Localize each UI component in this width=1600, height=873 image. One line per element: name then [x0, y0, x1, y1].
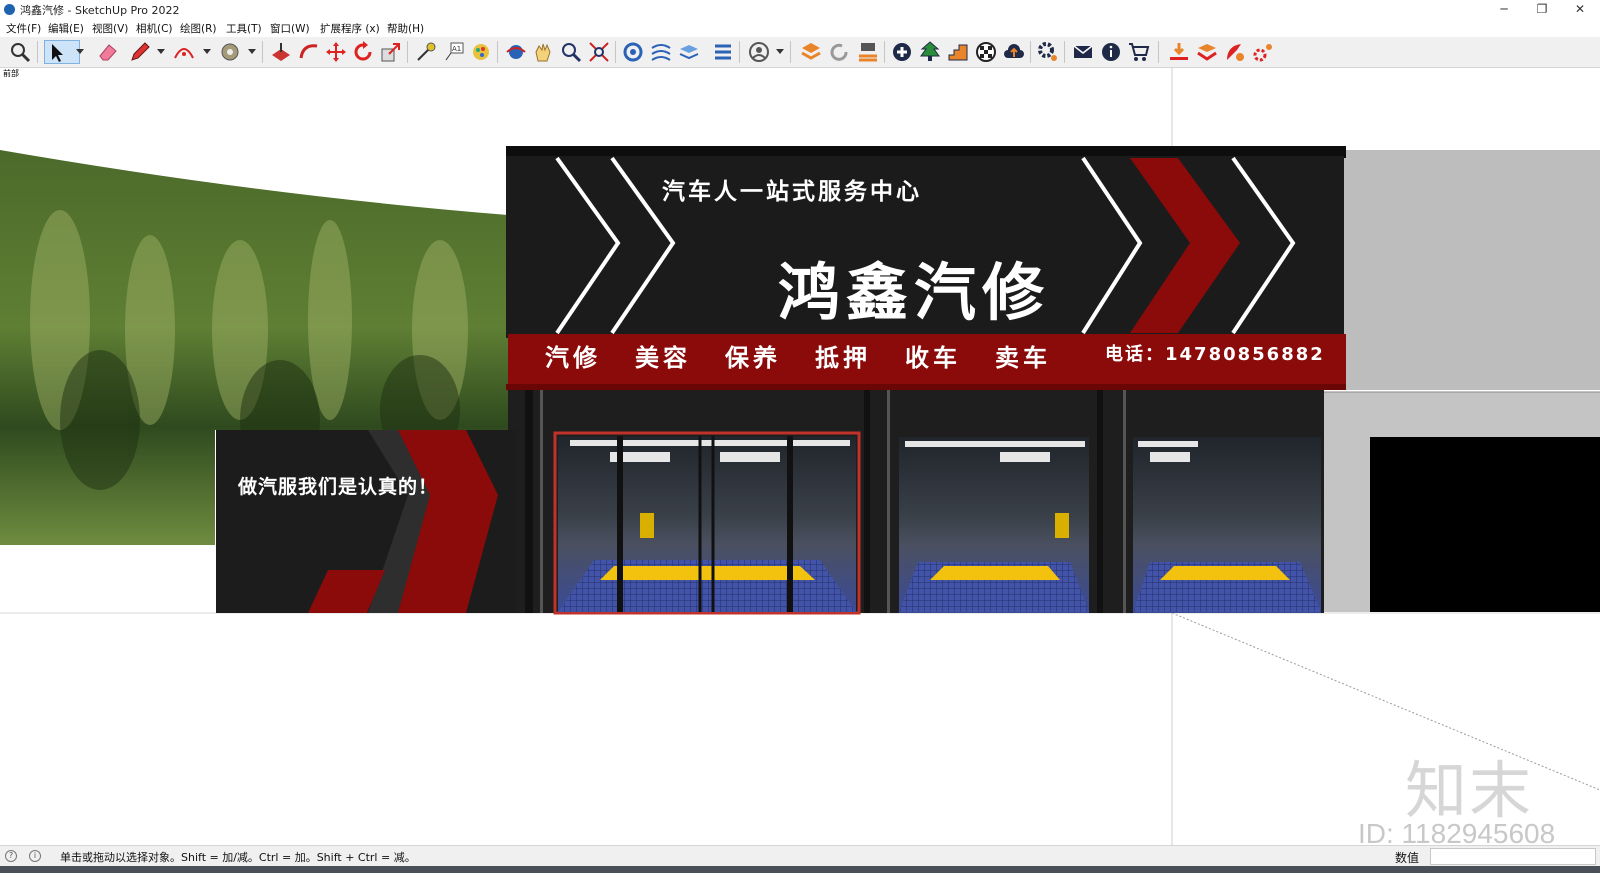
- door-middle: [899, 437, 1089, 613]
- components-icon[interactable]: [621, 40, 645, 64]
- add-icon[interactable]: [890, 40, 914, 64]
- pan-icon[interactable]: [531, 40, 555, 64]
- follow-me-icon[interactable]: [297, 40, 321, 64]
- tree-icon[interactable]: [918, 40, 942, 64]
- menu-file[interactable]: 文件(F): [6, 21, 41, 36]
- paint-bucket-icon[interactable]: [218, 40, 242, 64]
- sign-slogan: 汽车人一站式服务中心: [662, 179, 922, 205]
- menu-edit[interactable]: 编辑(E): [48, 21, 84, 36]
- paint-icon[interactable]: [469, 40, 493, 64]
- status-hint: 单击或拖动以选择对象。Shift = 加/减。Ctrl = 加。Shift + …: [60, 851, 416, 864]
- menu-camera[interactable]: 相机(C): [136, 21, 173, 36]
- menu-window[interactable]: 窗口(W): [270, 21, 310, 36]
- orbit-icon[interactable]: [504, 40, 528, 64]
- text-label-icon[interactable]: A1: [442, 40, 466, 64]
- info-icon[interactable]: [1099, 40, 1123, 64]
- menu-draw[interactable]: 绘图(R): [180, 21, 217, 36]
- cloud-upload-icon[interactable]: [1002, 40, 1026, 64]
- scale-icon[interactable]: [379, 40, 403, 64]
- sign-phone: 电话：14780856882: [1105, 344, 1325, 365]
- sketchup-app-icon: [4, 4, 15, 15]
- tape-measure-icon[interactable]: [414, 40, 438, 64]
- service-item: 抵押: [815, 344, 871, 372]
- geo-location-icon[interactable]: ?: [5, 850, 17, 862]
- move-icon[interactable]: [324, 40, 348, 64]
- side-panel-slogan: 做汽服我们是认真的！: [238, 476, 439, 498]
- neighbor-wall-upper: [1342, 150, 1600, 390]
- import-icon[interactable]: [856, 40, 880, 64]
- service-item: 美容: [635, 344, 691, 372]
- info-circle-icon[interactable]: i: [29, 850, 41, 862]
- extension-warehouse-icon[interactable]: [799, 40, 823, 64]
- select-arrow-icon[interactable]: [44, 40, 80, 64]
- settings-gear-icon[interactable]: [1036, 40, 1060, 64]
- layers-icon[interactable]: [677, 40, 701, 64]
- menu-help[interactable]: 帮助(H): [387, 21, 424, 36]
- refresh-icon[interactable]: [827, 40, 851, 64]
- watermark-logo: 知末: [1405, 754, 1534, 827]
- menu-view[interactable]: 视图(V): [92, 21, 128, 36]
- sign-brand: 鸿鑫汽修: [778, 256, 1051, 329]
- plugins-gear-icon[interactable]: [1251, 40, 1275, 64]
- mail-icon[interactable]: [1071, 40, 1095, 64]
- door-left: [553, 431, 861, 615]
- service-item: 保养: [725, 344, 781, 372]
- neighbor-dark-opening: [1370, 437, 1600, 612]
- layers-stack-icon[interactable]: [1195, 40, 1219, 64]
- model-viewport[interactable]: 前部 汽车人一站式服务中心 鸿鑫汽修 汽修 美容 保养 抵押 收车 卖车 电话：…: [0, 68, 1600, 845]
- close-button[interactable]: ✕: [1560, 0, 1600, 20]
- menu-tools[interactable]: 工具(T): [226, 21, 262, 36]
- zoom-extents-icon[interactable]: [587, 40, 611, 64]
- window-title: 鸿鑫汽修 - SketchUp Pro 2022: [20, 4, 180, 17]
- taskbar-strip: [0, 866, 1600, 873]
- measurements-label: 数值: [1395, 851, 1420, 865]
- arc-icon[interactable]: [172, 40, 196, 64]
- main-toolbar: A1: [0, 37, 1600, 68]
- push-pull-icon[interactable]: [269, 40, 293, 64]
- service-item: 收车: [905, 344, 961, 372]
- download-tray-icon[interactable]: [1167, 40, 1191, 64]
- rotate-icon[interactable]: [351, 40, 375, 64]
- checker-icon[interactable]: [974, 40, 998, 64]
- zoom-window-icon[interactable]: [559, 40, 583, 64]
- pencil-line-icon[interactable]: [128, 40, 152, 64]
- menu-bar: 文件(F) 编辑(E) 视图(V) 相机(C) 绘图(R) 工具(T) 窗口(W…: [0, 20, 1600, 37]
- axis-dotted-line: [1171, 612, 1600, 791]
- styles-icon[interactable]: [649, 40, 673, 64]
- service-item: 卖车: [995, 344, 1051, 372]
- minimize-button[interactable]: ─: [1484, 0, 1524, 20]
- status-bar: ? i 单击或拖动以选择对象。Shift = 加/减。Ctrl = 加。Shif…: [0, 845, 1600, 866]
- stairs-icon[interactable]: [946, 40, 970, 64]
- menu-extensions[interactable]: 扩展程序 (x): [320, 21, 380, 36]
- zoom-icon[interactable]: [8, 40, 32, 64]
- measurements-input[interactable]: [1430, 848, 1596, 865]
- service-item: 汽修: [545, 344, 601, 372]
- eraser-icon[interactable]: [96, 40, 120, 64]
- door-right: [1133, 437, 1321, 613]
- title-bar: 鸿鑫汽修 - SketchUp Pro 2022 ─ ❐ ✕: [0, 0, 1600, 20]
- shadows-icon[interactable]: [711, 40, 735, 64]
- svg-text:A1: A1: [452, 45, 461, 53]
- account-icon[interactable]: [747, 40, 771, 64]
- render-icon[interactable]: [1223, 40, 1247, 64]
- restore-button[interactable]: ❐: [1522, 0, 1562, 20]
- cart-icon[interactable]: [1127, 40, 1151, 64]
